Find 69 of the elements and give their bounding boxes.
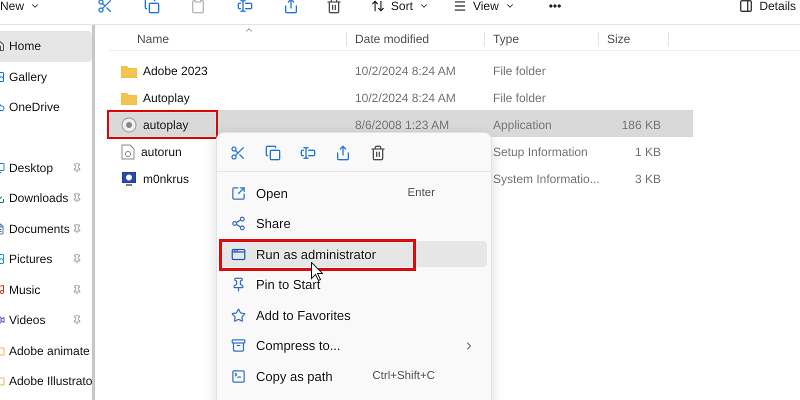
file-name[interactable]: m0nkrus <box>143 172 190 186</box>
sort-button[interactable]: Sort <box>366 0 433 16</box>
details-button[interactable]: Details <box>735 0 800 16</box>
sidebar-item[interactable]: OneDrive <box>9 100 60 114</box>
monitor-icon <box>121 170 137 186</box>
rename-icon[interactable] <box>236 0 253 14</box>
sidebar-item[interactable]: Downloads <box>9 191 68 206</box>
sort-icon <box>370 0 385 13</box>
column-header[interactable]: Date modified <box>347 32 485 46</box>
star-icon <box>231 308 246 322</box>
type-cell-text: File folder <box>492 90 547 104</box>
sidebar-item[interactable]: Adobe animate <box>9 344 90 358</box>
type-cell-text: System Informatio... <box>492 172 599 186</box>
menu-item[interactable]: Open <box>256 186 288 200</box>
type-cell-text: Setup Information <box>492 144 589 158</box>
date-cell-text: 10/2/2024 8:24 AM <box>354 64 457 78</box>
sidebar-item[interactable]: Adobe Illustrato <box>9 374 92 388</box>
menu-item[interactable]: Share <box>256 216 291 231</box>
file-name[interactable]: autorun <box>141 144 182 158</box>
column-header[interactable]: Name <box>109 32 347 46</box>
cut-icon[interactable] <box>230 145 246 161</box>
sidebar-item[interactable]: Desktop <box>9 160 54 175</box>
size-cell-text: 3 KB <box>634 172 662 186</box>
rename-icon[interactable] <box>300 145 316 161</box>
column-header[interactable]: Size <box>599 32 669 46</box>
share-icon <box>231 216 246 231</box>
sidebar-item[interactable]: Gallery <box>9 70 48 84</box>
copy-icon[interactable] <box>144 0 160 14</box>
panel-icon <box>739 0 754 13</box>
pin-icon <box>72 284 82 295</box>
share-icon[interactable] <box>283 0 300 14</box>
shortcut-text: Ctrl+Shift+C <box>372 370 435 382</box>
size-cell-text: 1 KB <box>634 144 662 158</box>
date-cell-text: 8/6/2008 1:23 AM <box>354 118 450 132</box>
copy-icon[interactable] <box>265 145 281 161</box>
file-name[interactable]: autoplay <box>143 118 188 132</box>
sidebar-item[interactable]: Home <box>9 39 42 54</box>
shortcut-text: Enter <box>408 187 435 199</box>
lines-icon <box>452 0 467 13</box>
pin-icon <box>72 224 82 234</box>
delete-icon[interactable] <box>326 0 342 14</box>
view-button[interactable]: View <box>448 0 519 16</box>
pin-icon <box>231 277 246 292</box>
type-cell-text: File folder <box>492 64 547 78</box>
pin-icon <box>72 315 82 326</box>
sidebar-item[interactable]: Videos <box>9 313 46 328</box>
size-cell-text: 186 KB <box>620 118 662 132</box>
pin-icon <box>72 193 82 204</box>
menu-item[interactable]: Pin to Start <box>256 277 320 292</box>
pin-icon <box>72 162 82 173</box>
share-icon[interactable] <box>335 145 351 161</box>
sidebar-item[interactable]: Music <box>9 282 40 297</box>
cut-icon[interactable] <box>97 0 114 14</box>
menu-item[interactable]: Compress to... <box>256 338 341 353</box>
file-name[interactable]: Autoplay <box>143 90 190 104</box>
settings-file-icon <box>121 144 135 160</box>
delete-icon[interactable] <box>370 145 386 161</box>
application-icon <box>121 116 137 132</box>
column-header[interactable]: Type <box>485 32 599 46</box>
sidebar-item[interactable]: Documents <box>9 222 70 236</box>
new-button[interactable]: New <box>0 0 44 16</box>
sidebar-item[interactable]: Pictures <box>9 252 52 266</box>
menu-item[interactable]: Add to Favorites <box>256 308 351 322</box>
file-name[interactable]: Adobe 2023 <box>143 64 208 78</box>
menu-item[interactable]: Copy as path <box>256 368 333 384</box>
type-cell-text: Application <box>492 118 553 132</box>
date-cell-text: 10/2/2024 8:24 AM <box>354 90 457 104</box>
pin-icon <box>72 254 82 264</box>
more-button[interactable]: ••• <box>544 0 566 16</box>
